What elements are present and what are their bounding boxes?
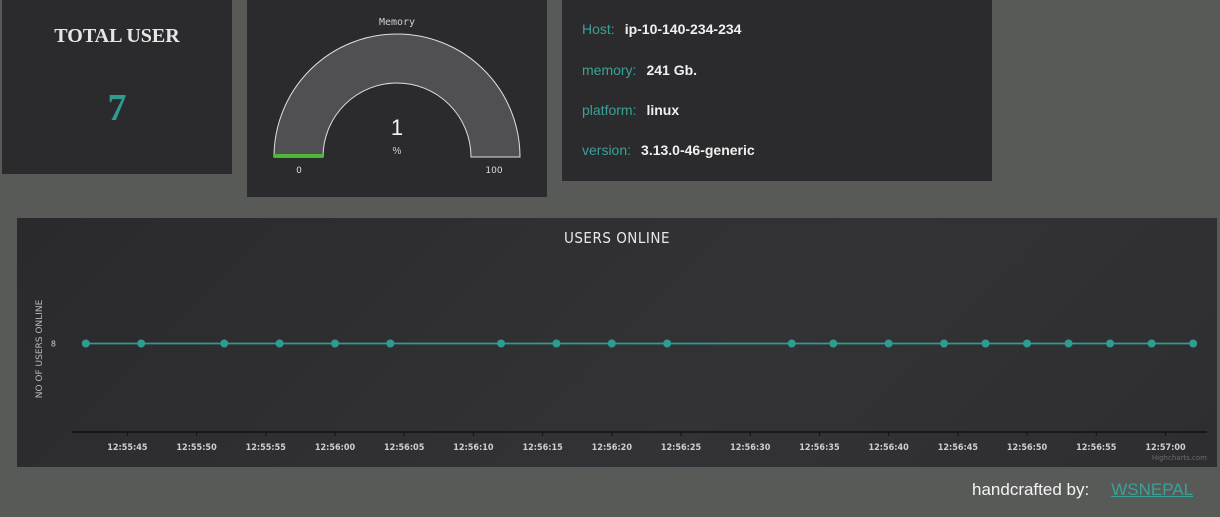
x-tick-label: 12:56:55	[1076, 443, 1117, 453]
data-point	[330, 339, 339, 348]
y-tick-label: 8	[51, 340, 56, 349]
data-point	[497, 339, 506, 348]
info-key: memory:	[582, 62, 637, 78]
total-users-title: TOTAL USER	[54, 25, 180, 47]
gauge-max-label: 100	[485, 166, 502, 176]
chart-credit: Highcharts.com	[1152, 454, 1207, 462]
chart-title: USERS ONLINE	[564, 229, 670, 247]
data-point	[663, 339, 672, 348]
data-point	[884, 339, 893, 348]
x-tick-label: 12:56:40	[869, 443, 910, 453]
gauge-fill	[274, 154, 323, 157]
x-tick-label: 12:55:55	[246, 443, 287, 453]
data-point	[1106, 339, 1115, 348]
gauge-title: Memory	[379, 17, 415, 28]
memory-gauge: Memory 1 % 0 100	[273, 17, 521, 176]
x-tick-label: 12:56:45	[938, 443, 979, 453]
info-value: 241 Gb.	[646, 62, 698, 78]
gauge-value: 1	[391, 115, 403, 140]
data-point	[1147, 339, 1156, 348]
x-tick-label: 12:56:20	[592, 443, 633, 453]
data-point	[386, 339, 395, 348]
data-point	[81, 339, 90, 348]
info-row-memory: memory: 241 Gb.	[582, 62, 697, 78]
users-online-chart-card: USERS ONLINE NO OF USERS ONLINE Highchar…	[17, 218, 1217, 467]
x-tick-label: 12:56:05	[384, 443, 425, 453]
data-point	[1023, 339, 1032, 348]
x-tick-label: 12:56:10	[453, 443, 494, 453]
gauge-min-label: 0	[296, 166, 302, 176]
x-tick-label: 12:56:15	[522, 443, 563, 453]
memory-gauge-card: Memory 1 % 0 100	[247, 0, 547, 197]
info-value: linux	[646, 102, 680, 118]
x-tick-label: 12:56:25	[661, 443, 702, 453]
total-users-card: TOTAL USER 7	[2, 0, 232, 174]
x-tick-label: 12:56:50	[1007, 443, 1048, 453]
total-users-value: 7	[107, 87, 127, 129]
data-point	[1064, 339, 1073, 348]
users-online-chart: USERS ONLINE NO OF USERS ONLINE Highchar…	[35, 229, 1207, 462]
data-point	[275, 339, 284, 348]
x-tick-label: 12:56:35	[799, 443, 840, 453]
info-row-host: Host: ip-10-140-234-234	[582, 21, 741, 37]
info-key: Host:	[582, 21, 615, 37]
info-row-version: version: 3.13.0-46-generic	[582, 142, 755, 158]
footer-author-link[interactable]: WSNEPAL	[1111, 480, 1193, 499]
data-point	[787, 339, 796, 348]
x-tick-label: 12:57:00	[1145, 443, 1186, 453]
x-tick-label: 12:55:50	[176, 443, 217, 453]
data-point	[607, 339, 616, 348]
x-tick-label: 12:56:30	[730, 443, 771, 453]
footer: handcrafted by: WSNEPAL	[972, 480, 1193, 500]
data-point	[981, 339, 990, 348]
footer-label: handcrafted by:	[972, 480, 1090, 499]
data-point	[552, 339, 561, 348]
info-value: ip-10-140-234-234	[624, 21, 742, 37]
info-key: version:	[582, 142, 632, 158]
x-tick-label: 12:55:45	[107, 443, 148, 453]
info-value: 3.13.0-46-generic	[641, 142, 755, 158]
info-row-platform: platform: linux	[582, 102, 679, 118]
data-point	[220, 339, 229, 348]
data-point	[940, 339, 949, 348]
info-key: platform:	[582, 102, 637, 118]
chart-y-axis-label: NO OF USERS ONLINE	[35, 299, 45, 398]
data-point	[829, 339, 838, 348]
chart-marks: 8 12:55:45 12:55:50 12:55:55 12:56:00 12:56:0…	[51, 339, 1207, 453]
data-point	[137, 339, 146, 348]
data-point	[1189, 339, 1198, 348]
system-info-card: Host: ip-10-140-234-234 memory: 241 Gb. pl…	[562, 0, 992, 181]
gauge-unit: %	[393, 146, 402, 157]
x-tick-label: 12:56:00	[315, 443, 356, 453]
